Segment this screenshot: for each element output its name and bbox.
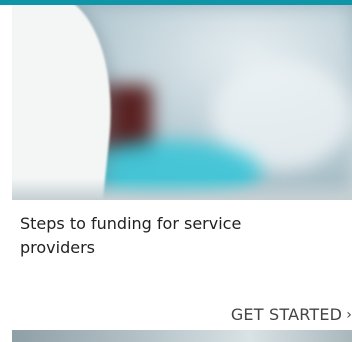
card-title: Steps to funding for service providers [20,214,242,257]
get-started-link[interactable]: GET STARTED › [231,305,352,324]
hero-image [12,5,352,200]
get-started-label: GET STARTED [230,305,343,324]
chevron-right-icon: › [346,306,352,323]
funding-card[interactable]: Steps to funding for service providers G… [0,0,352,342]
next-card-image-edge [12,330,352,342]
